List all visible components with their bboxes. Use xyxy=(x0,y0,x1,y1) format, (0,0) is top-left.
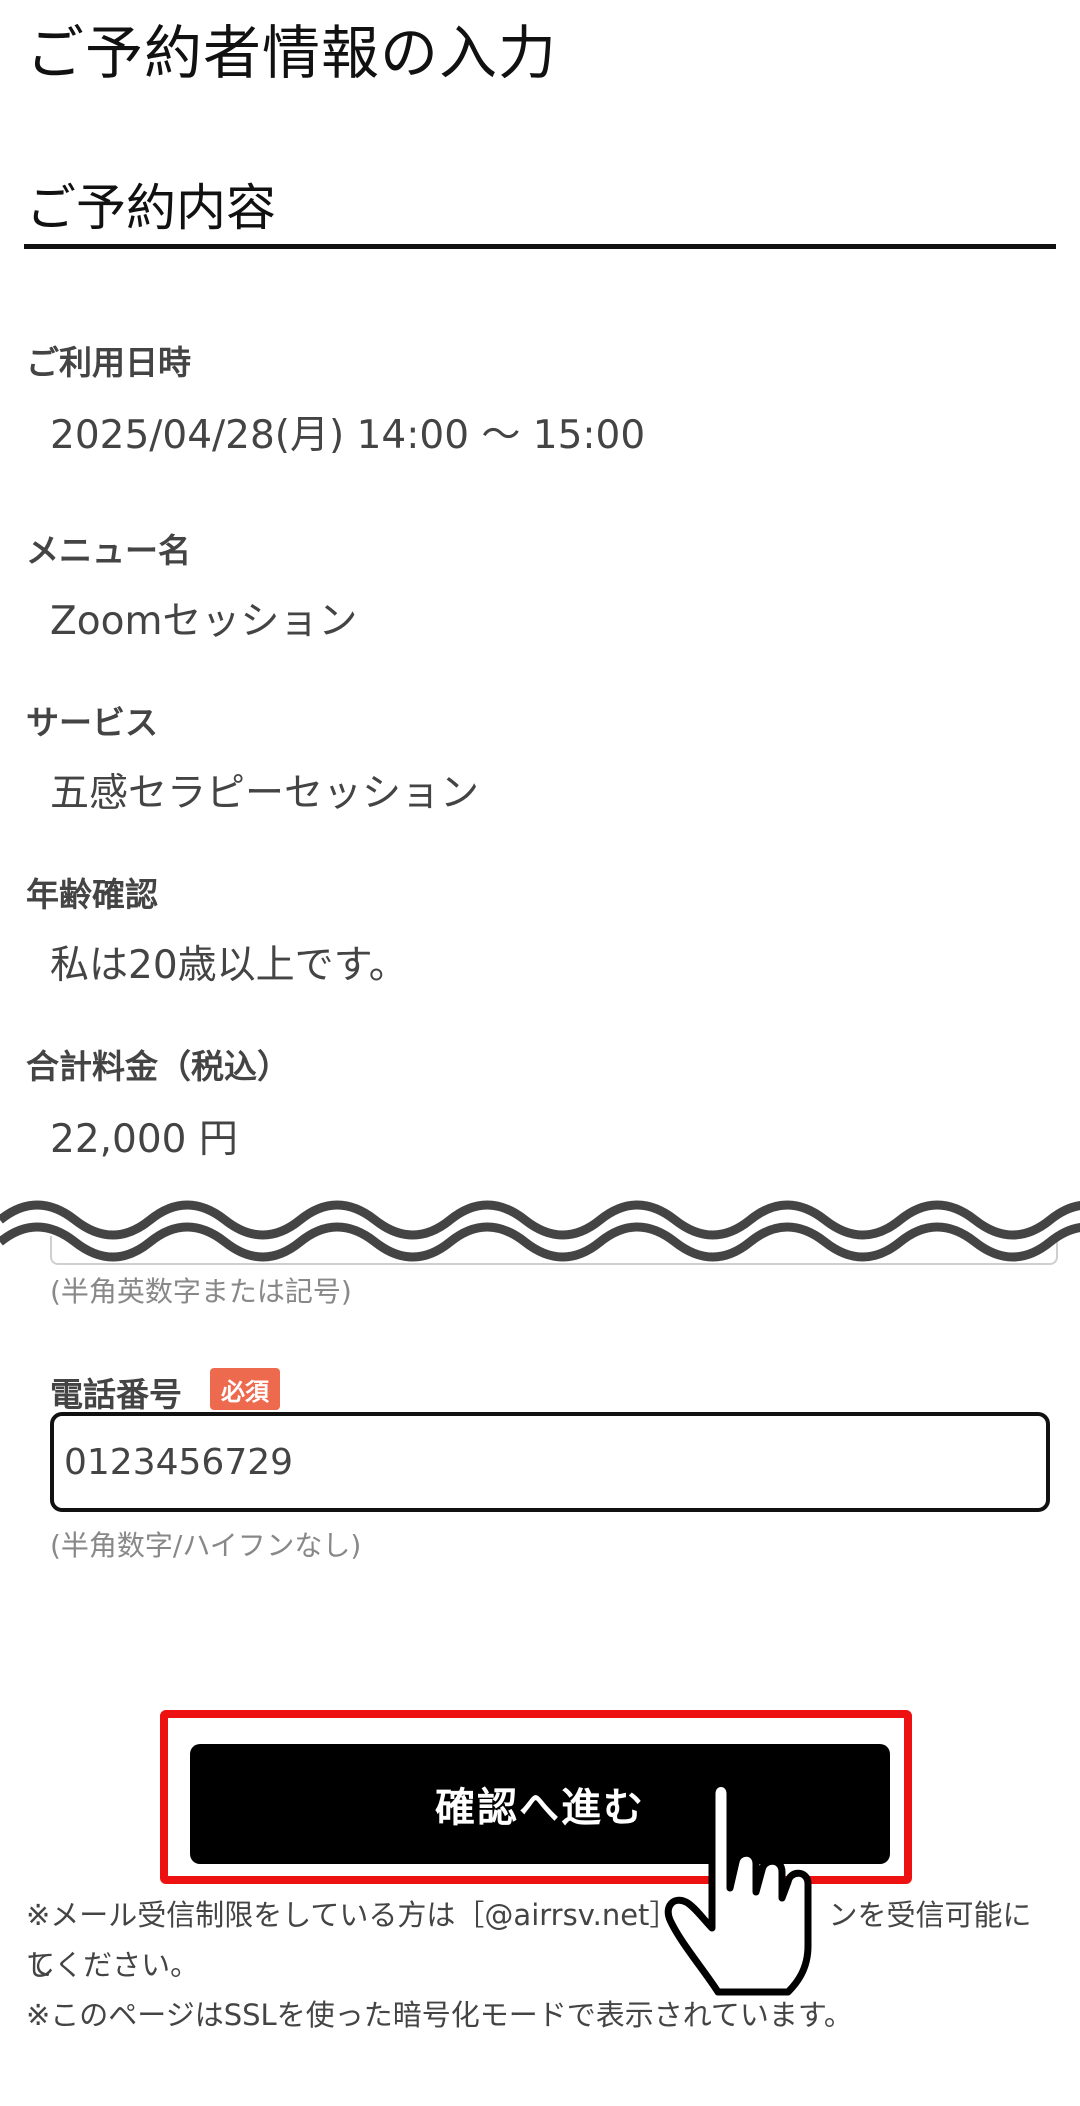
notice-line2: てください。 xyxy=(26,1948,200,1982)
field-label-total: 合計料金（税込） xyxy=(26,1047,290,1086)
field-label-age-check: 年齢確認 xyxy=(26,875,158,914)
field-value-total: 22,000 円 xyxy=(50,1117,238,1162)
field-label-datetime: ご利用日時 xyxy=(26,343,191,382)
field-label-menu: メニュー名 xyxy=(26,531,191,570)
field-label-service: サービス xyxy=(26,703,158,742)
notice-line1: ※メール受信制限をしている方は［@airrsv.net］ xyxy=(26,1898,679,1932)
field-value-age-check: 私は20歳以上です。 xyxy=(50,943,408,988)
section-divider xyxy=(24,244,1056,249)
previous-field-hint: (半角英数字または記号) xyxy=(50,1275,352,1308)
phone-input[interactable] xyxy=(50,1412,1050,1512)
wave-separator xyxy=(0,1190,1080,1262)
field-value-menu: Zoomセッション xyxy=(50,599,358,644)
phone-hint: (半角数字/ハイフンなし) xyxy=(50,1529,362,1562)
field-value-datetime: 2025/04/28(月) 14:00 〜 15:00 xyxy=(50,413,646,458)
page-title: ご予約者情報の入力 xyxy=(26,19,558,87)
phone-label: 電話番号 xyxy=(50,1375,182,1414)
notice-ssl: ※このページはSSLを使った暗号化モードで表示されています。 xyxy=(26,1998,853,2032)
required-badge: 必須 xyxy=(210,1368,280,1410)
pointing-hand-icon xyxy=(664,1780,812,1996)
field-value-service: 五感セラピーセッション xyxy=(50,771,480,816)
section-title: ご予約内容 xyxy=(26,179,276,237)
